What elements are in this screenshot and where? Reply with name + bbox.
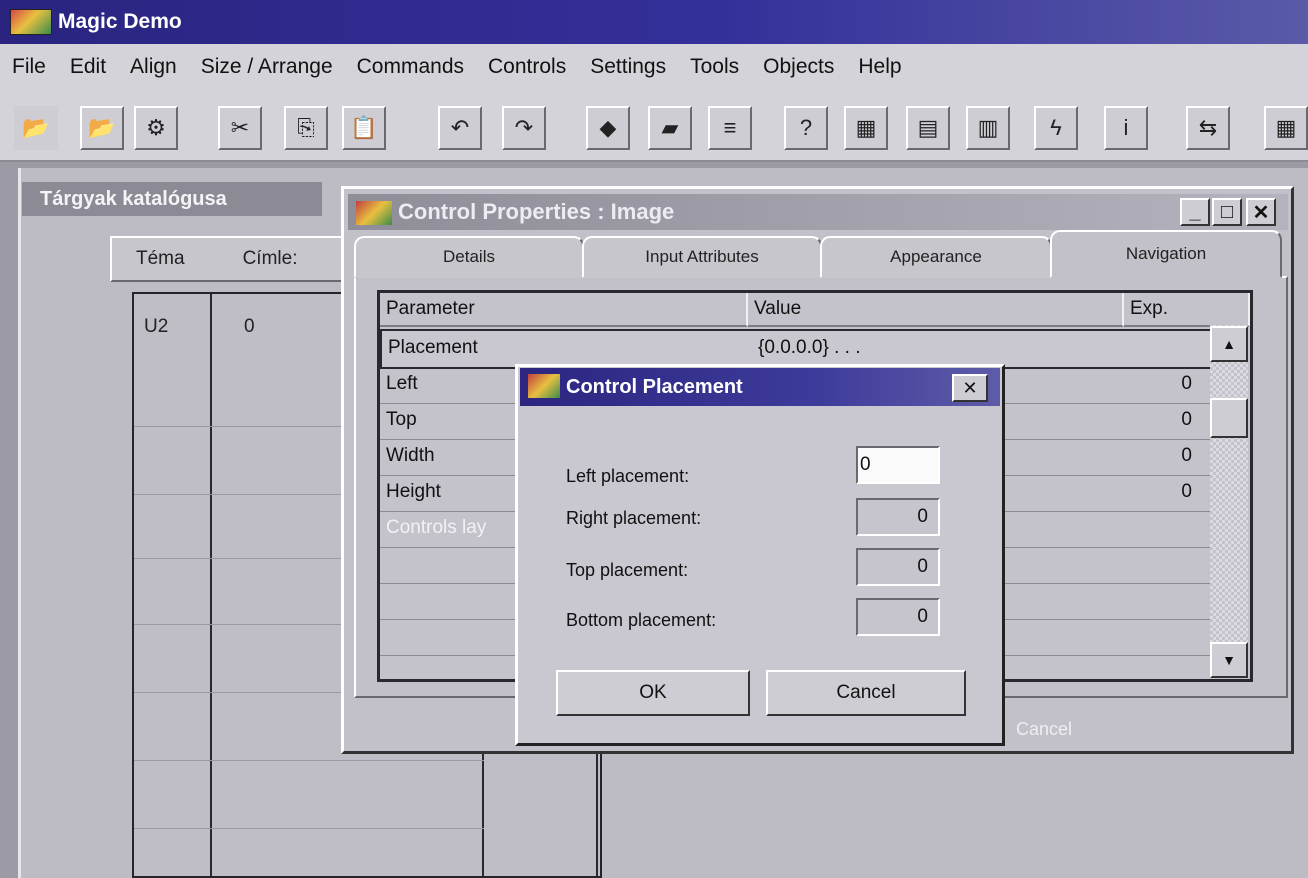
left-placement-input[interactable]: 0 [856, 446, 940, 484]
top-placement-label: Top placement: [566, 560, 689, 580]
parameter-name: Left [386, 373, 418, 394]
column-header-value[interactable]: Value [748, 293, 1124, 327]
bottom-placement-label: Bottom placement: [566, 610, 717, 630]
paste-icon[interactable]: 📋 [342, 106, 386, 150]
exit-icon[interactable]: ⇆ [1186, 106, 1230, 150]
scroll-down-icon[interactable]: ▼ [1210, 642, 1248, 678]
parameter-value[interactable]: {0.0.0.0} . . . [758, 337, 860, 359]
top-placement-input[interactable]: 0 [856, 548, 940, 586]
image-icon[interactable]: ▦ [844, 106, 888, 150]
control-properties-title-bar: Control Properties : Image [348, 194, 1288, 230]
shapes-icon[interactable]: ◆ [586, 106, 630, 150]
toolbar: 📂 📂 ⚙ ✂ ⎘ 📋 ↶ ↷ ◆ ▰ ≡ ? ▦ ▤ ▥ ϟ i ⇆ ▦ [0, 90, 1308, 162]
parameter-name: Height [386, 481, 441, 502]
form-icon[interactable]: ▤ [906, 106, 950, 150]
dialog-app-icon [528, 374, 560, 398]
bottom-placement-input[interactable]: 0 [856, 598, 940, 636]
vertical-scrollbar[interactable] [1210, 325, 1248, 675]
parameter-exp: 0 [1181, 481, 1192, 502]
menu-size-arrange[interactable]: Size / Arrange [189, 55, 345, 79]
copy-icon[interactable]: ⎘ [284, 106, 328, 150]
menu-help[interactable]: Help [846, 55, 913, 79]
info-icon[interactable]: i [1104, 106, 1148, 150]
undo-icon[interactable]: ↶ [438, 106, 482, 150]
open-folder-icon[interactable]: 📂 [14, 106, 58, 150]
background-window-title: Tárgyak katalógusa [22, 182, 322, 216]
help-icon[interactable]: ? [784, 106, 828, 150]
grid-icon[interactable]: ▦ [1264, 106, 1308, 150]
close-icon[interactable]: ✕ [1246, 198, 1276, 226]
menu-bar: File Edit Align Size / Arrange Commands … [0, 44, 1308, 90]
parameter-name: Placement [388, 337, 478, 358]
parameter-name: Width [386, 445, 435, 466]
open-folder-alt-icon[interactable]: 📂 [80, 106, 124, 150]
parameter-name: Controls lay [386, 517, 487, 538]
table-icon[interactable]: ▥ [966, 106, 1010, 150]
menu-file[interactable]: File [0, 55, 58, 79]
tab-appearance[interactable]: Appearance [820, 236, 1052, 278]
settings-gear-icon[interactable]: ⚙ [134, 106, 178, 150]
right-placement-input[interactable]: 0 [856, 498, 940, 536]
grid-row-line [134, 828, 484, 829]
grid-row-line [134, 760, 484, 761]
parameter-name: Top [386, 409, 417, 430]
grid-divider [210, 294, 212, 876]
app-title: Magic Demo [58, 10, 182, 33]
menu-edit[interactable]: Edit [58, 55, 118, 79]
app-title-bar: Magic Demo [0, 0, 1308, 44]
menu-align[interactable]: Align [118, 55, 189, 79]
left-placement-label: Left placement: [566, 466, 690, 486]
grid-row-placement[interactable]: Placement {0.0.0.0} . . . [380, 329, 1214, 369]
ok-button[interactable]: OK [556, 670, 750, 716]
tab-details[interactable]: Details [354, 236, 584, 278]
properties-cancel-button[interactable]: Cancel [1016, 712, 1216, 746]
menu-settings[interactable]: Settings [578, 55, 678, 79]
maximize-icon[interactable]: □ [1212, 198, 1242, 226]
lightning-icon[interactable]: ϟ [1034, 106, 1078, 150]
menu-commands[interactable]: Commands [345, 55, 476, 79]
scroll-up-icon[interactable]: ▲ [1210, 326, 1248, 362]
grid-cell-value: 0 [244, 316, 255, 337]
app-logo-icon [10, 9, 52, 35]
menu-objects[interactable]: Objects [751, 55, 846, 79]
background-tab-cimle[interactable]: Címle: [243, 248, 298, 270]
menu-tools[interactable]: Tools [678, 55, 751, 79]
grid-cell-code: U2 [144, 316, 169, 337]
control-placement-title: Control Placement [566, 375, 743, 398]
close-icon[interactable]: ✕ [952, 374, 988, 402]
right-placement-label: Right placement: [566, 508, 702, 528]
redo-icon[interactable]: ↷ [502, 106, 546, 150]
background-tab-strip: Téma Címle: [110, 236, 360, 282]
parameter-exp: 0 [1181, 373, 1192, 394]
parameter-exp: 0 [1181, 445, 1192, 466]
minimize-icon[interactable]: _ [1180, 198, 1210, 226]
column-header-parameter[interactable]: Parameter [380, 293, 748, 327]
scrollbar-thumb[interactable] [1210, 398, 1248, 438]
menu-controls[interactable]: Controls [476, 55, 578, 79]
cut-icon[interactable]: ✂ [218, 106, 262, 150]
folder-icon[interactable]: ▰ [648, 106, 692, 150]
tab-input-attributes[interactable]: Input Attributes [582, 236, 822, 278]
dialog-app-icon [356, 201, 392, 225]
parameter-exp: 0 [1181, 409, 1192, 430]
column-header-exp[interactable]: Exp. [1124, 293, 1250, 327]
control-placement-title-bar: Control Placement [520, 368, 1000, 406]
control-properties-title: Control Properties : Image [398, 199, 675, 224]
background-tab-tema[interactable]: Téma [136, 248, 185, 270]
tree-icon[interactable]: ≡ [708, 106, 752, 150]
tab-navigation[interactable]: Navigation [1050, 230, 1282, 278]
cancel-button[interactable]: Cancel [766, 670, 966, 716]
